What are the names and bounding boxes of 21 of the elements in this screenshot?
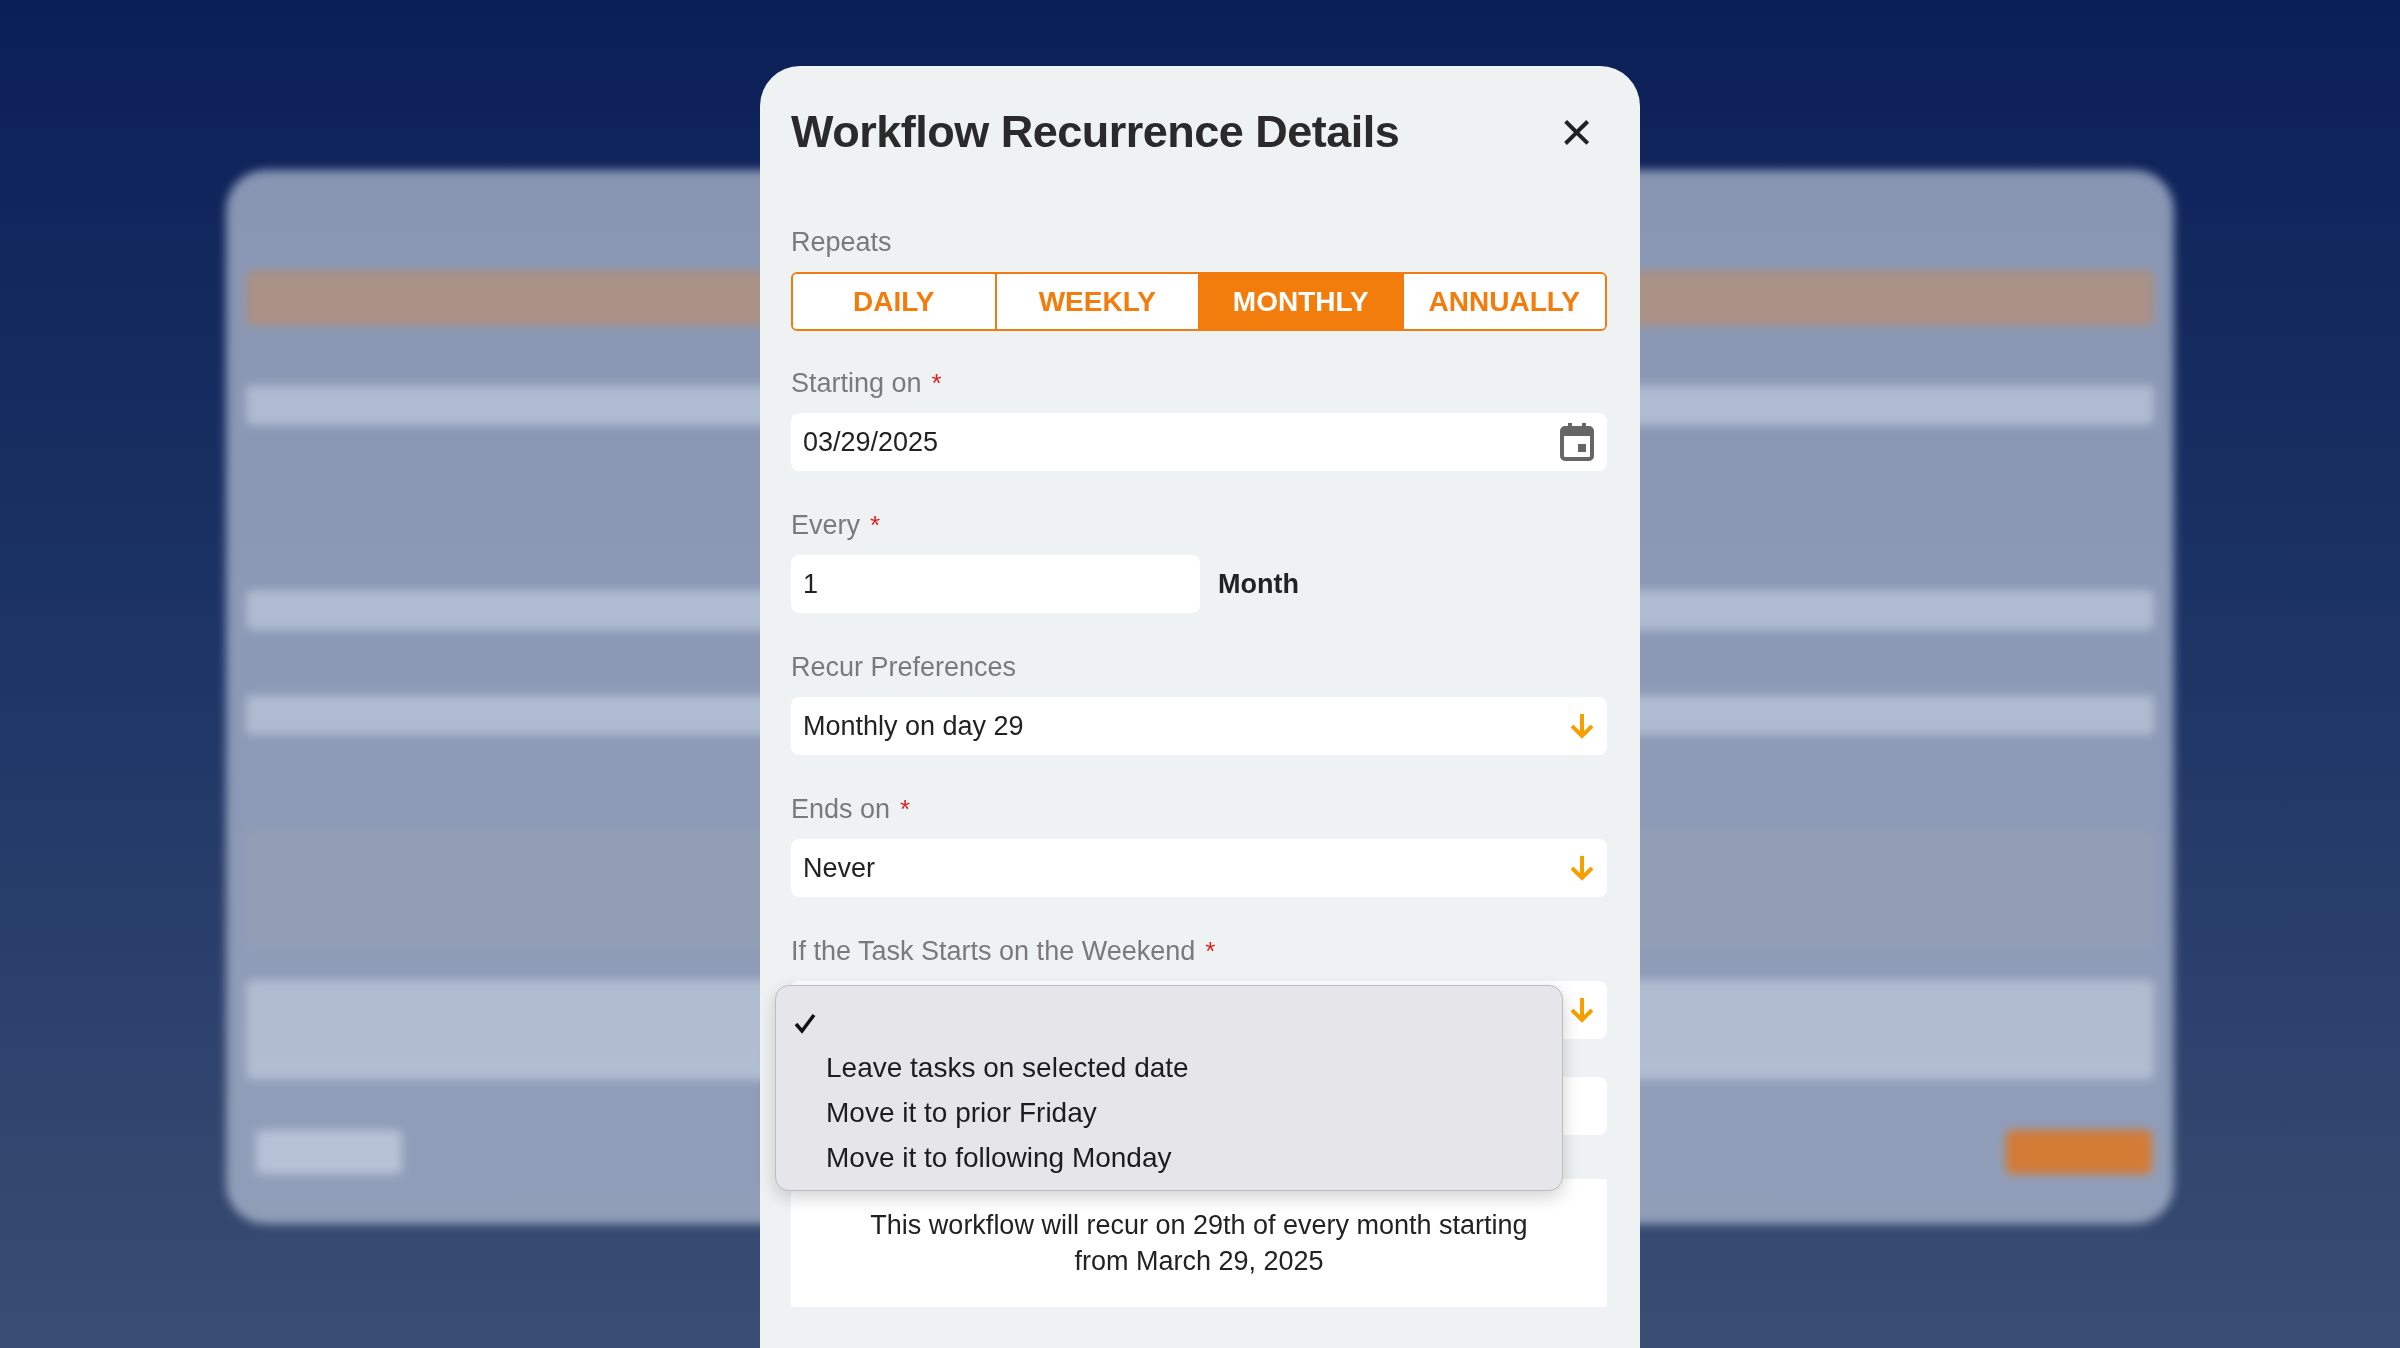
field-label: Repeats — [791, 226, 892, 258]
field-label: Every — [791, 509, 861, 541]
required-mark: * — [870, 509, 881, 541]
number-field[interactable]: 1 — [791, 555, 1200, 613]
field-label: If the Task Starts on the Weekend — [791, 935, 1196, 967]
dialog-title: Workflow Recurrence Details — [791, 106, 1400, 158]
field-label: Starting on — [791, 367, 922, 399]
required-mark: * — [1205, 935, 1216, 967]
date-field[interactable]: 03/29/2025 — [791, 413, 1607, 471]
close-button[interactable]: × — [1560, 110, 1593, 154]
unit-label: Month — [1218, 568, 1299, 600]
field-label: Recur Preferences — [791, 651, 1017, 683]
required-mark: * — [900, 793, 911, 825]
menu-option[interactable]: Leave tasks on selected date — [776, 1045, 1562, 1090]
menu-option[interactable]: Move it to following Monday — [776, 1135, 1562, 1180]
select-field[interactable]: Monthly on day 29 — [791, 697, 1607, 755]
required-mark: * — [931, 367, 942, 399]
summary-text: This workflow will recur on 29th of every month starting from March 29, 2025 — [791, 1179, 1607, 1307]
field-label: Ends on — [791, 793, 891, 825]
menu-option[interactable]: Move it to prior Friday — [776, 1090, 1562, 1135]
select-field[interactable]: Never — [791, 839, 1607, 897]
